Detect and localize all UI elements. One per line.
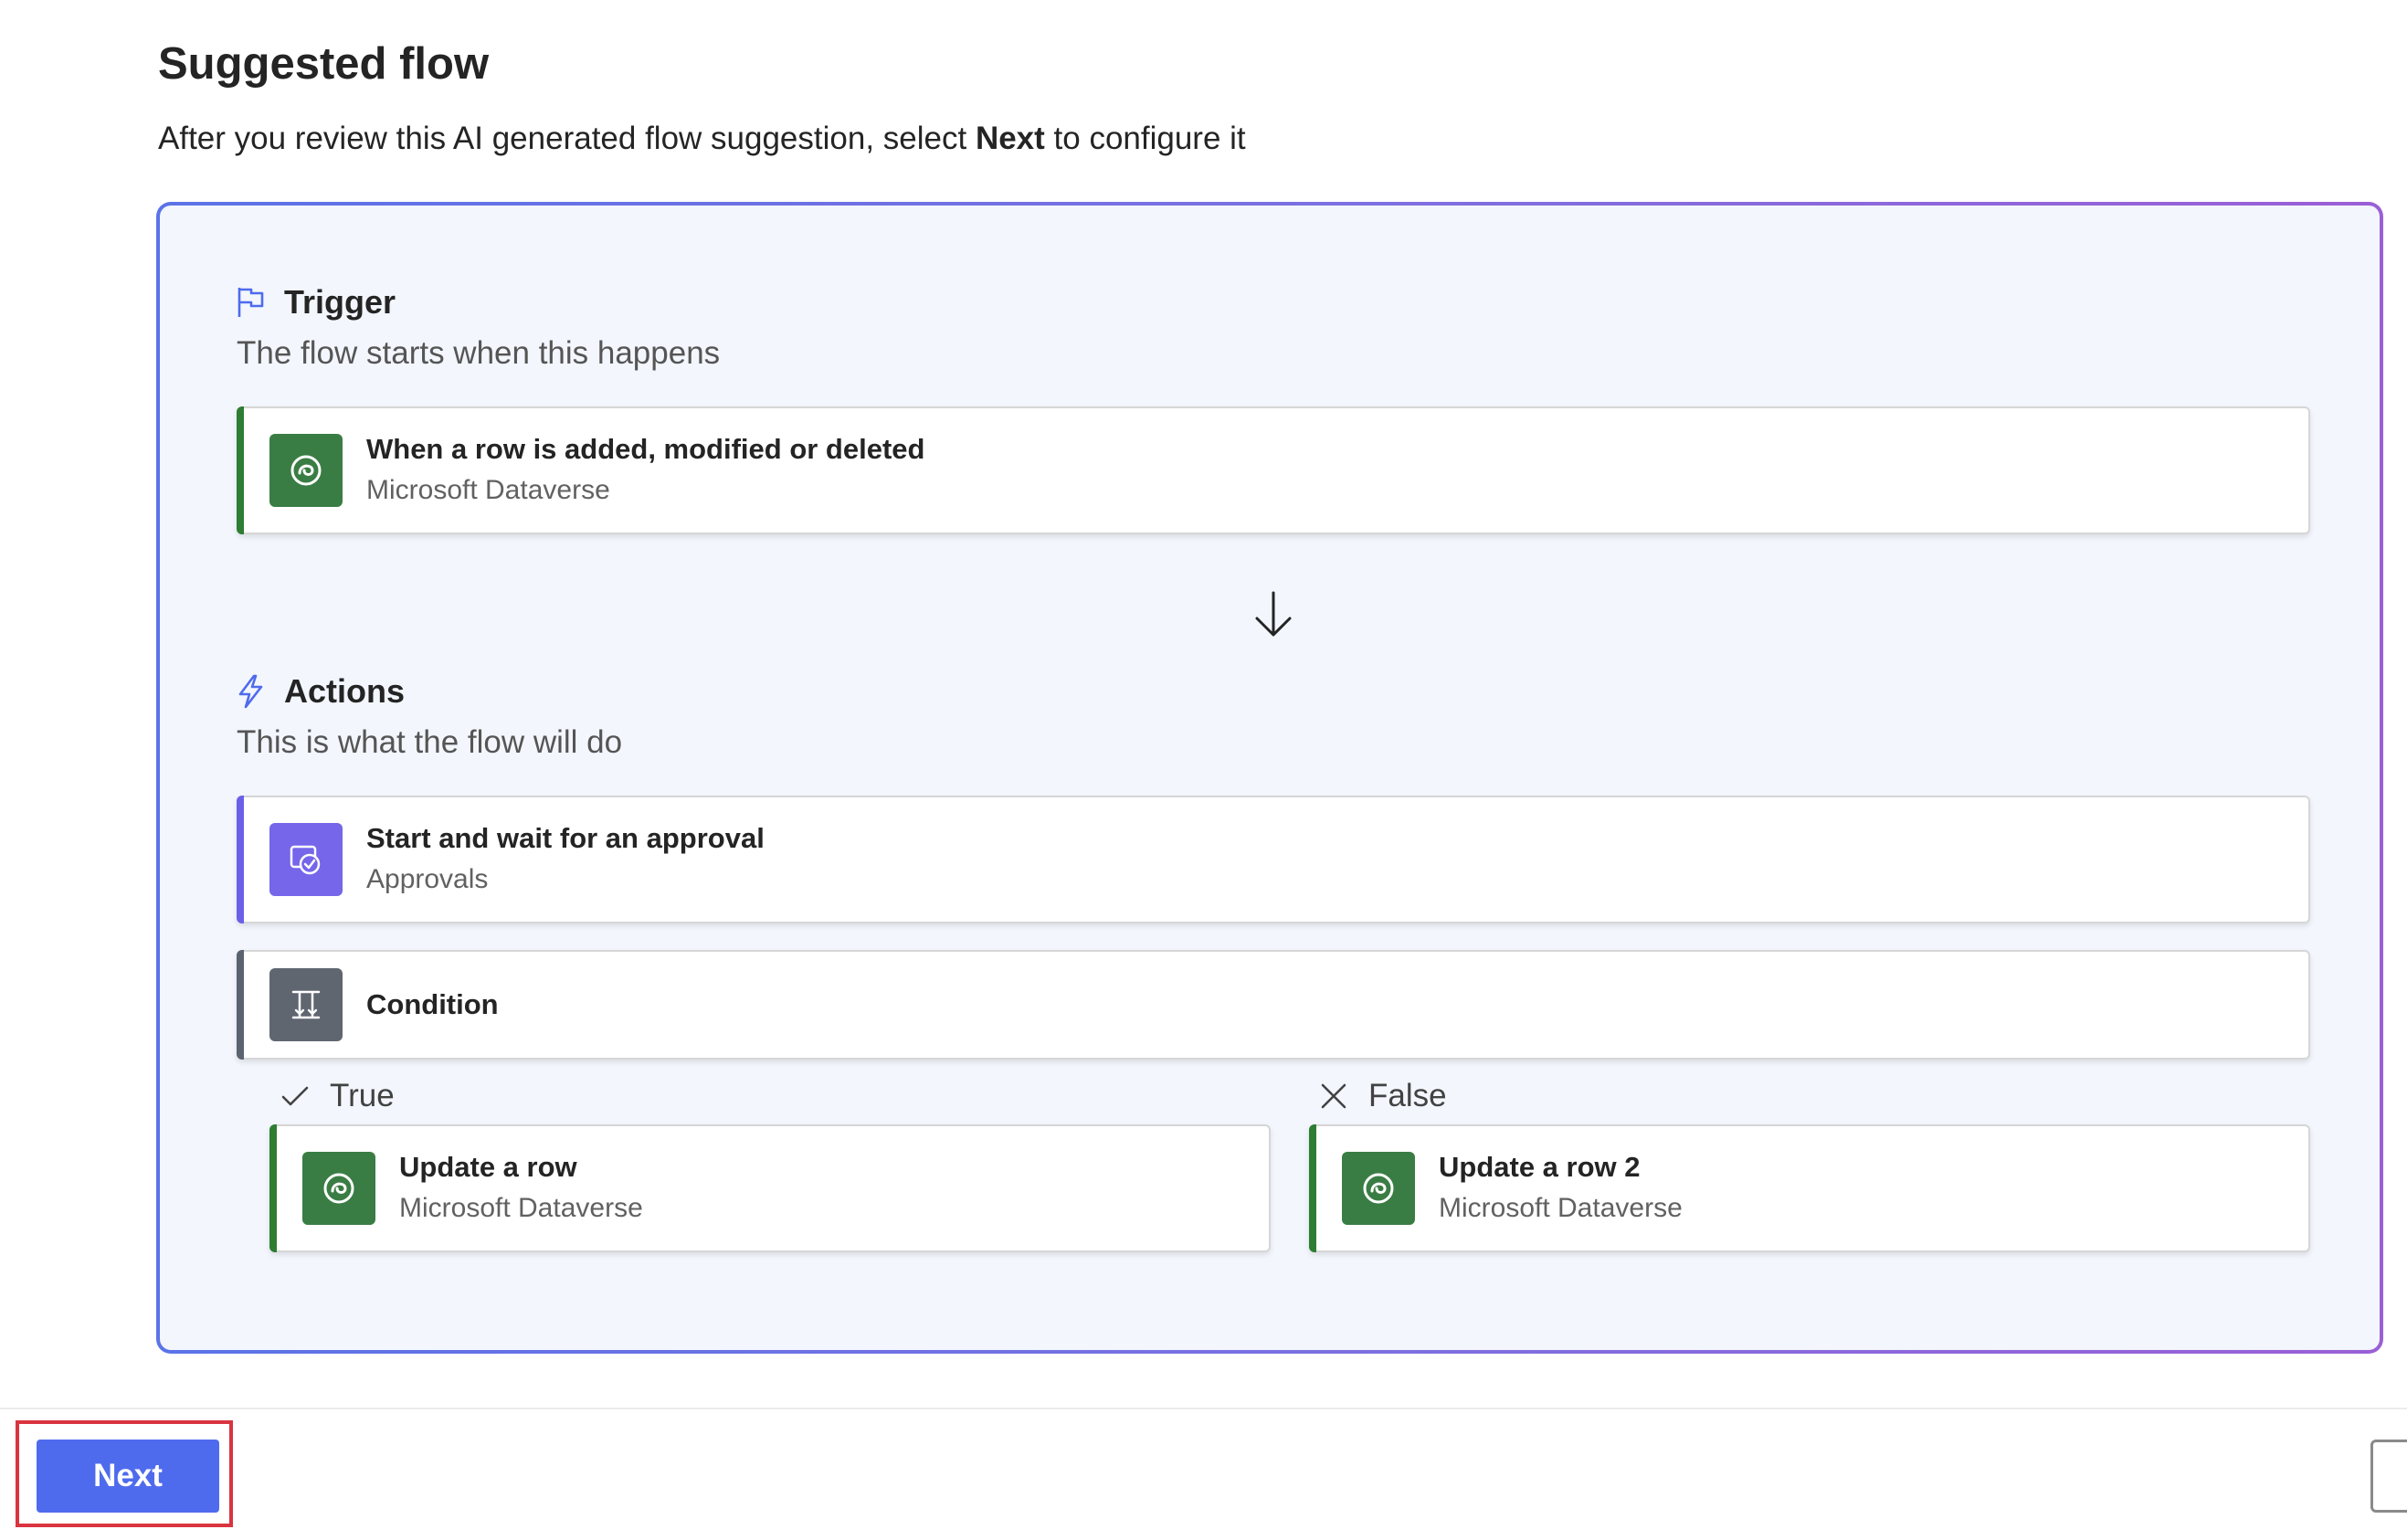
trigger-description: The flow starts when this happens xyxy=(237,335,721,371)
subtitle-text-before: After you review this AI generated flow … xyxy=(158,121,976,156)
update-row-card-title: Update a row xyxy=(399,1151,577,1183)
approval-card-accent xyxy=(237,796,244,923)
dismiss-icon xyxy=(1317,1080,1350,1113)
actions-heading: Actions xyxy=(235,672,405,711)
false-branch-label-text: False xyxy=(1368,1078,1447,1113)
update-row-2-card[interactable]: Update a row 2 Microsoft Dataverse xyxy=(1309,1124,2310,1252)
trigger-heading-label: Trigger xyxy=(284,283,396,321)
condition-card-accent xyxy=(237,950,244,1060)
trigger-card-title: When a row is added, modified or deleted xyxy=(366,433,925,465)
actions-description: This is what the flow will do xyxy=(237,724,623,760)
secondary-button-partial[interactable] xyxy=(2370,1440,2407,1513)
checkmark-icon xyxy=(279,1080,311,1113)
condition-card[interactable]: Condition xyxy=(237,950,2310,1060)
condition-card-title: Condition xyxy=(366,988,499,1020)
page-title: Suggested flow xyxy=(158,39,490,89)
flag-icon xyxy=(235,286,268,319)
trigger-card-connector: Microsoft Dataverse xyxy=(366,475,610,505)
update-row-2-card-accent xyxy=(1309,1124,1316,1252)
suggested-flow-panel: Trigger The flow starts when this happen… xyxy=(156,202,2383,1354)
trigger-heading: Trigger xyxy=(235,283,396,322)
true-branch-label: True xyxy=(279,1078,395,1114)
false-branch-label: False xyxy=(1317,1078,1447,1114)
approvals-icon xyxy=(269,823,343,896)
footer-divider xyxy=(0,1408,2407,1409)
lightning-icon xyxy=(235,674,268,709)
update-row-card[interactable]: Update a row Microsoft Dataverse xyxy=(269,1124,1271,1252)
update-row-card-connector: Microsoft Dataverse xyxy=(399,1193,643,1223)
update-row-card-accent xyxy=(269,1124,277,1252)
true-branch-label-text: True xyxy=(330,1078,395,1113)
update-row-2-card-title: Update a row 2 xyxy=(1439,1151,1641,1183)
approval-card-connector: Approvals xyxy=(366,864,489,894)
approval-card[interactable]: Start and wait for an approval Approvals xyxy=(237,796,2310,923)
dataverse-icon xyxy=(269,434,343,507)
dataverse-icon xyxy=(302,1152,375,1225)
actions-heading-label: Actions xyxy=(284,672,406,710)
suggested-flow-panel-body: Trigger The flow starts when this happen… xyxy=(160,206,2380,1350)
approval-card-title: Start and wait for an approval xyxy=(366,822,765,854)
subtitle-next-emphasis: Next xyxy=(975,121,1045,156)
arrow-down-icon xyxy=(1250,589,1297,640)
dataverse-icon xyxy=(1342,1152,1415,1225)
trigger-card-accent xyxy=(237,406,244,534)
condition-icon xyxy=(269,968,343,1041)
trigger-card[interactable]: When a row is added, modified or deleted… xyxy=(237,406,2310,534)
update-row-2-card-connector: Microsoft Dataverse xyxy=(1439,1193,1683,1223)
page-subtitle: After you review this AI generated flow … xyxy=(158,113,1246,164)
subtitle-text-after: to configure it xyxy=(1044,121,1246,156)
next-button[interactable]: Next xyxy=(37,1440,219,1513)
